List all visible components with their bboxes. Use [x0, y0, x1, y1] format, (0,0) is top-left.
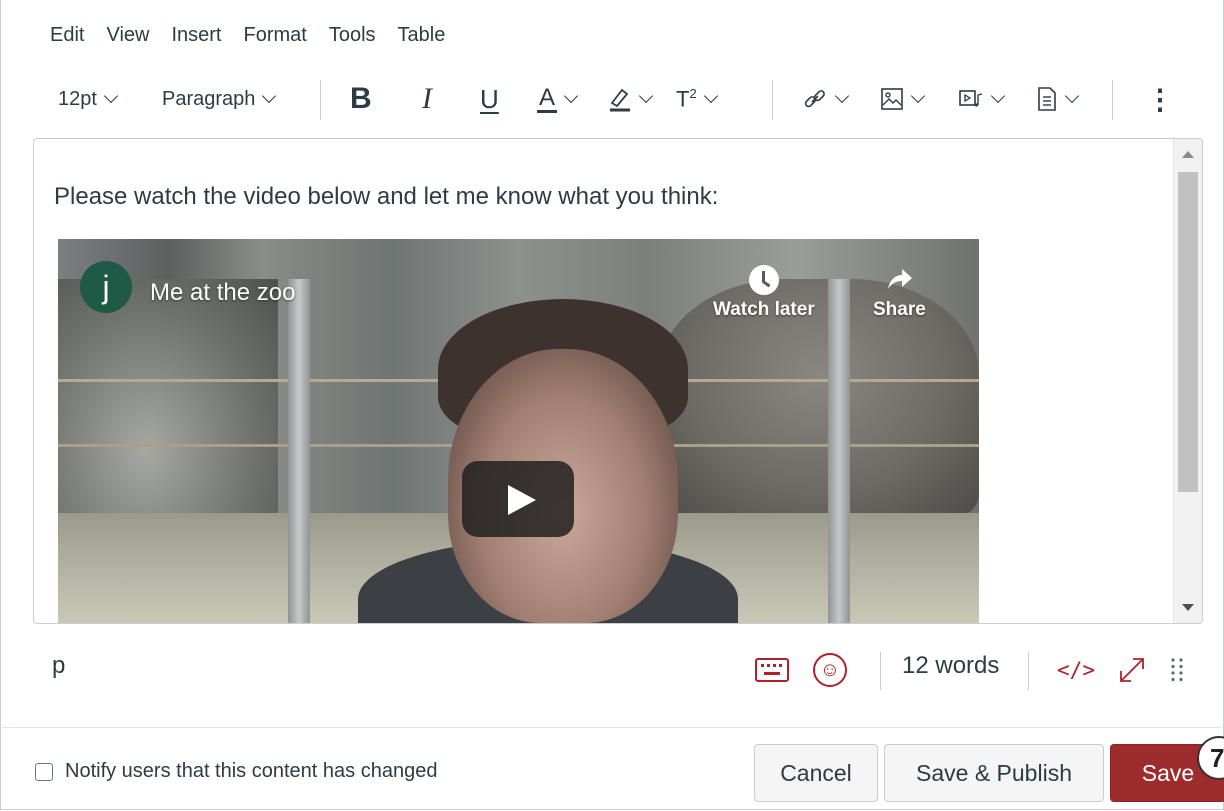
- chevron-down-icon: [910, 88, 926, 104]
- font-size-value: 12pt: [58, 87, 97, 110]
- menu-tools[interactable]: Tools: [329, 20, 376, 50]
- link-icon: [804, 90, 825, 108]
- text-color-button[interactable]: A: [537, 78, 579, 120]
- toolbar-divider: [320, 80, 321, 120]
- chevron-down-icon: [834, 88, 850, 104]
- channel-avatar[interactable]: j: [80, 261, 132, 313]
- menu-insert[interactable]: Insert: [171, 20, 221, 50]
- clock-icon: [748, 265, 779, 295]
- share-button[interactable]: Share: [873, 261, 926, 321]
- embedded-video[interactable]: j Me at the zoo Watch later Share: [58, 239, 979, 623]
- chevron-down-icon: [638, 88, 654, 104]
- image-button[interactable]: [880, 78, 926, 120]
- chevron-down-icon: [103, 88, 119, 104]
- video-frame-pole: [828, 279, 850, 623]
- cancel-button[interactable]: Cancel: [754, 744, 878, 802]
- italic-button[interactable]: I: [422, 78, 432, 120]
- chevron-down-icon: [563, 88, 579, 104]
- watch-later-button[interactable]: Watch later: [713, 261, 815, 321]
- menubar: Edit View Insert Format Tools Table: [50, 20, 467, 50]
- expand-icon: [1120, 658, 1144, 682]
- notify-checkbox[interactable]: [35, 762, 53, 781]
- block-format-value: Paragraph: [162, 87, 256, 110]
- superscript-icon: T2: [676, 85, 697, 112]
- media-icon: [959, 90, 983, 107]
- highlight-color-button[interactable]: [608, 78, 654, 120]
- share-label: Share: [873, 299, 926, 320]
- editor-content-area[interactable]: Please watch the video below and let me …: [33, 138, 1203, 624]
- bold-button[interactable]: B: [350, 78, 372, 120]
- play-button[interactable]: [462, 461, 574, 537]
- element-path[interactable]: p: [52, 652, 65, 680]
- fullscreen-button[interactable]: [1112, 648, 1152, 692]
- resize-handle[interactable]: [1160, 648, 1194, 692]
- document-button[interactable]: [1036, 78, 1080, 120]
- scrollbar-thumb[interactable]: [1178, 172, 1198, 492]
- scroll-down-arrow-icon[interactable]: [1182, 604, 1194, 611]
- share-icon: [888, 269, 913, 289]
- document-icon: [1038, 87, 1056, 111]
- menu-view[interactable]: View: [106, 20, 149, 50]
- code-icon: </>: [1057, 658, 1095, 682]
- highlighter-icon: [610, 88, 630, 112]
- statusbar-divider: [880, 652, 881, 690]
- video-frame-pole: [288, 279, 310, 623]
- media-button[interactable]: [958, 78, 1006, 120]
- bold-icon: B: [350, 82, 372, 115]
- drag-grip-icon: [1171, 658, 1183, 682]
- accessibility-icon: ☺: [813, 653, 847, 687]
- superscript-button[interactable]: T2: [676, 78, 718, 120]
- image-icon: [881, 88, 903, 110]
- watch-later-label: Watch later: [713, 299, 815, 320]
- underline-icon: U: [480, 83, 499, 114]
- save-and-publish-button[interactable]: Save & Publish: [884, 744, 1104, 802]
- footer-divider: [0, 727, 1222, 728]
- link-button[interactable]: [802, 78, 850, 120]
- video-title[interactable]: Me at the zoo: [150, 279, 295, 307]
- underline-button[interactable]: U: [480, 78, 499, 120]
- toolbar: 12pt Paragraph B I U A T2 ⋮: [40, 78, 1190, 120]
- accessibility-checker-button[interactable]: ☺: [810, 648, 850, 692]
- keyboard-shortcuts-button[interactable]: [752, 648, 792, 692]
- chevron-down-icon: [262, 88, 277, 104]
- html-editor-toggle[interactable]: </>: [1048, 648, 1104, 692]
- chevron-down-icon: [990, 88, 1006, 104]
- menu-format[interactable]: Format: [244, 20, 307, 50]
- toolbar-divider: [1112, 80, 1113, 120]
- menu-table[interactable]: Table: [398, 20, 446, 50]
- editor-paragraph[interactable]: Please watch the video below and let me …: [54, 183, 718, 211]
- italic-icon: I: [422, 82, 432, 115]
- more-options-button[interactable]: ⋮: [1146, 78, 1174, 120]
- chevron-down-icon: [1064, 88, 1080, 104]
- word-count[interactable]: 12 words: [902, 652, 999, 680]
- editor-statusbar: p ☺ 12 words </>: [40, 648, 1200, 692]
- toolbar-divider: [772, 80, 773, 120]
- keyboard-icon: [755, 658, 789, 682]
- font-size-select[interactable]: 12pt: [58, 78, 119, 120]
- video-frame-elephant: [658, 279, 979, 519]
- menu-edit[interactable]: Edit: [50, 20, 84, 50]
- chevron-down-icon: [703, 88, 718, 104]
- text-color-icon: A: [537, 83, 558, 113]
- statusbar-divider: [1028, 652, 1029, 690]
- kebab-icon: ⋮: [1146, 83, 1174, 115]
- block-format-select[interactable]: Paragraph: [162, 78, 277, 120]
- notify-option[interactable]: Notify users that this content has chang…: [35, 760, 437, 783]
- editor-scrollbar[interactable]: [1173, 139, 1202, 623]
- scroll-up-arrow-icon[interactable]: [1182, 151, 1194, 158]
- notify-label[interactable]: Notify users that this content has chang…: [65, 760, 437, 783]
